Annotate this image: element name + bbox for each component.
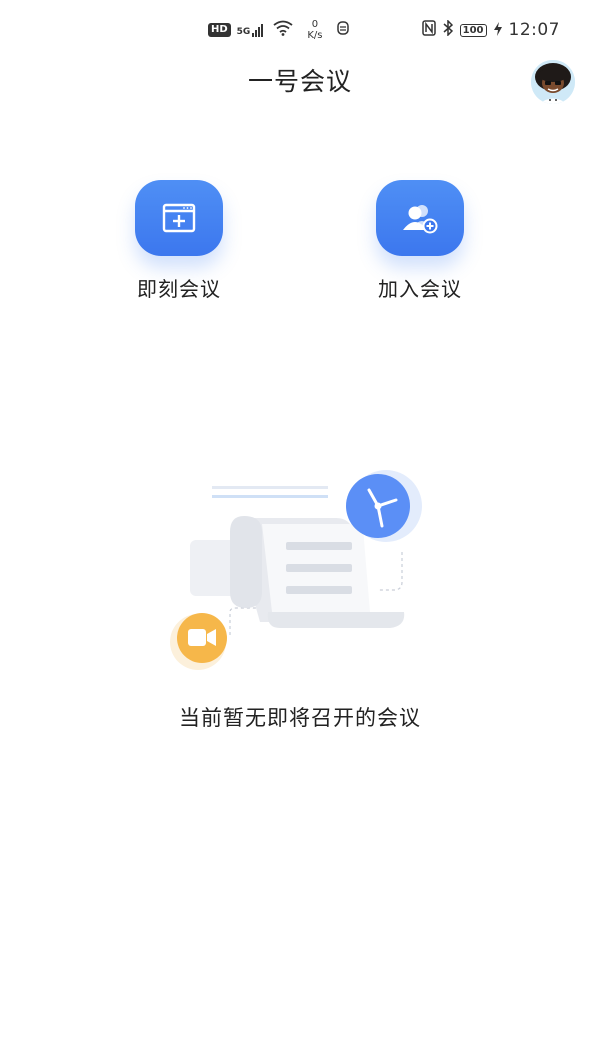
clock-time: 12:07 [508,20,560,40]
new-meeting-icon [162,203,196,233]
sync-icon [336,20,350,40]
wifi-icon [273,20,293,40]
status-bar: HD 5G 0 K/s 100 12:07 [0,0,600,60]
empty-state-illustration [150,462,450,672]
battery-icon: 100 [459,23,487,37]
signal-icon [252,23,264,37]
instant-meeting-label: 即刻会议 [137,277,221,301]
join-meeting-button[interactable]: 加入会议 [355,180,485,302]
join-meeting-icon [403,205,438,234]
network-speed: 0 K/s [307,19,323,41]
join-meeting-label: 加入会议 [378,277,462,301]
hd-badge: HD [208,23,231,37]
status-bar-left: HD 5G 0 K/s [208,18,350,42]
video-camera-icon [170,613,227,670]
status-bar-right: 100 12:07 [421,18,560,42]
instant-meeting-button[interactable]: 即刻会议 [114,180,244,302]
charging-icon [493,21,502,40]
user-avatar[interactable] [531,60,575,104]
join-meeting-tile[interactable] [376,180,464,256]
network-type: 5G [237,23,264,37]
instant-meeting-tile[interactable] [135,180,223,256]
empty-state-message: 当前暂无即将召开的会议 [179,706,421,730]
bluetooth-icon [443,19,453,40]
page-title: 一号会议 [247,67,352,96]
nfc-icon [421,20,436,40]
avatar-icon [531,60,575,104]
